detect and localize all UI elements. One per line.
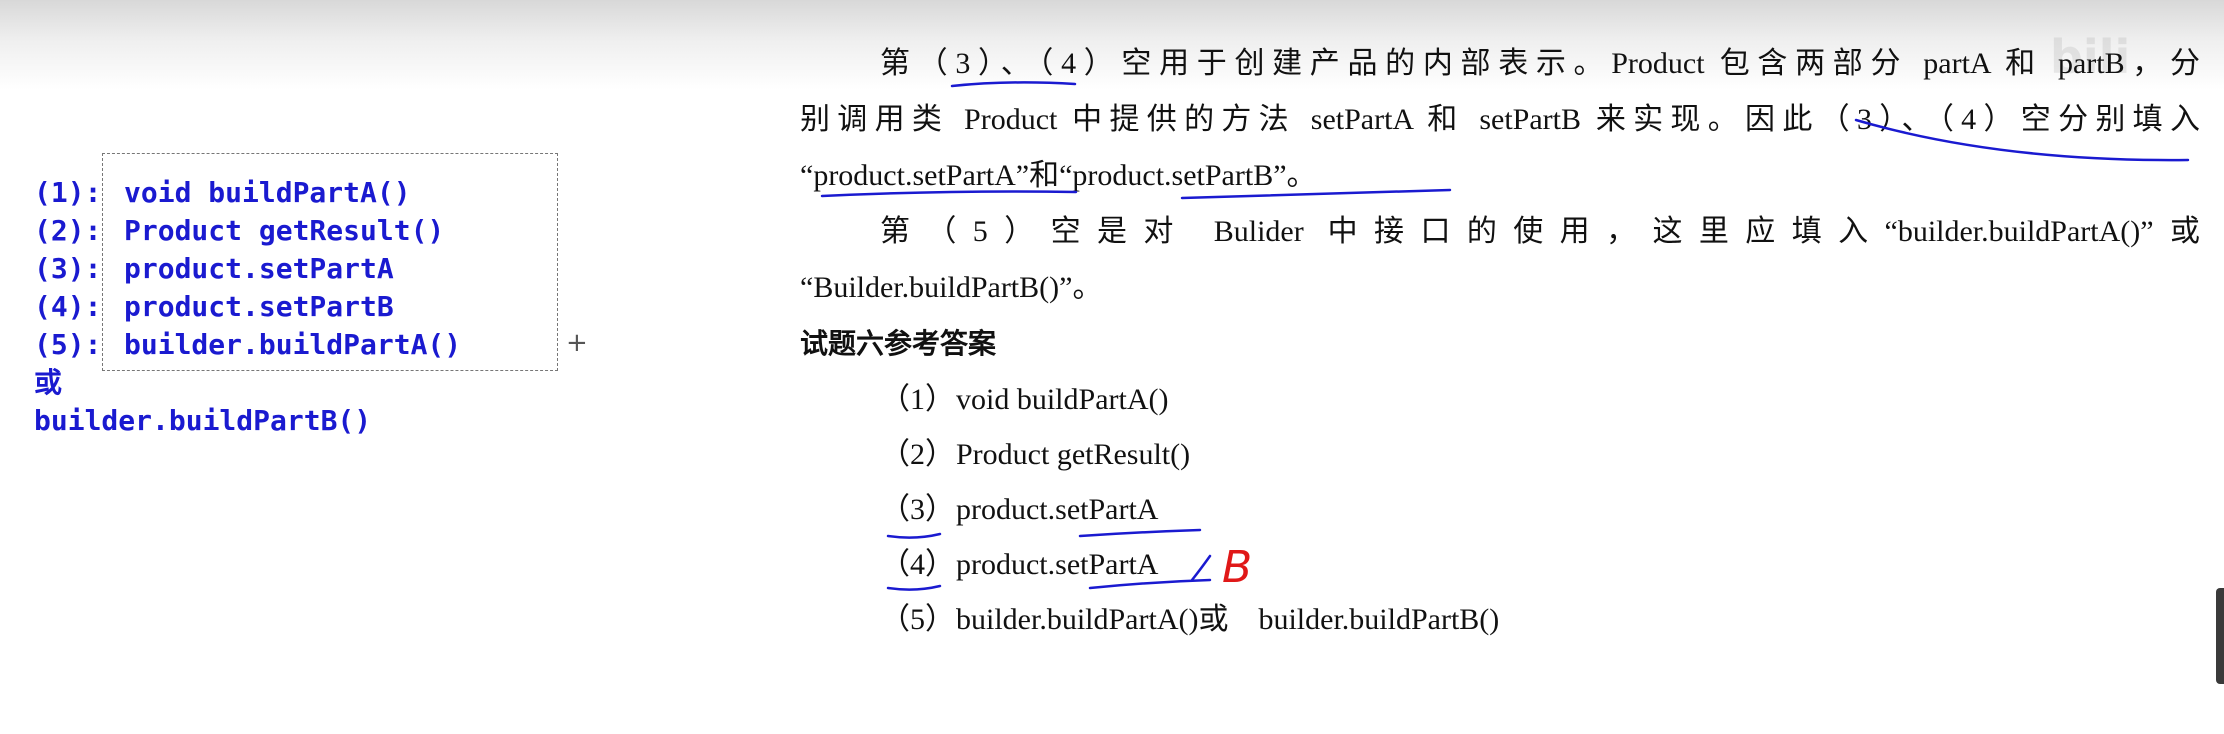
paragraph-1-line-2: 别调用类 Product 中提供的方法 setPartA 和 setPartB … bbox=[800, 103, 2200, 136]
code-panel: (1): void buildPartA() (2): Product getRes… bbox=[34, 174, 461, 440]
answer-item: （2） Product getResult() bbox=[880, 427, 2200, 482]
answer-number: （4） bbox=[880, 548, 955, 581]
code-line-text: void buildPartA() bbox=[124, 176, 411, 209]
answer-number: （5） bbox=[880, 603, 955, 636]
answer-text: product.setPartA bbox=[956, 548, 1159, 581]
answer-number: （2） bbox=[880, 438, 955, 471]
paragraph-1-line-1: 第（3）、（4）空用于创建产品的内部表示。Product 包含两部分 partA… bbox=[880, 47, 2200, 80]
answer-number: （1） bbox=[880, 383, 955, 416]
paragraph-2-line-1: 第（5）空是对 Bulider 中接口的使用，这里应填入“builder.bui… bbox=[880, 215, 2200, 248]
answer-item: （1） void buildPartA() bbox=[880, 372, 2200, 427]
code-line-number: (4): bbox=[34, 290, 102, 323]
code-line-number: (3): bbox=[34, 252, 102, 285]
handwritten-correction: B bbox=[1222, 542, 1253, 593]
code-line-text: builder.buildPartA() bbox=[124, 328, 462, 361]
paragraph-2-line-2: “Builder.buildPartB()”。 bbox=[800, 271, 1103, 304]
answer-text: void buildPartA() bbox=[956, 383, 1169, 416]
code-line: (3): product.setPartA bbox=[34, 250, 461, 288]
answer-number: （3） bbox=[880, 493, 955, 526]
code-line-number: (5): bbox=[34, 328, 102, 361]
code-line: (1): void buildPartA() bbox=[34, 174, 461, 212]
code-or-line: 或 bbox=[34, 364, 461, 402]
code-line-number: (1): bbox=[34, 176, 102, 209]
answer-heading: 试题六参考答案 bbox=[800, 327, 997, 360]
answer-item: （4） product.setPartA bbox=[880, 537, 2200, 592]
plus-cursor-icon: + bbox=[566, 328, 588, 358]
code-line: (2): Product getResult() bbox=[34, 212, 461, 250]
code-line-text: product.setPartA bbox=[124, 252, 394, 285]
answer-list: （1） void buildPartA() （2） Product getResul… bbox=[880, 372, 2200, 647]
code-line-text: product.setPartB bbox=[124, 290, 394, 323]
answer-text: Product getResult() bbox=[956, 438, 1191, 471]
code-line-number: (2): bbox=[34, 214, 102, 247]
code-line: (5): builder.buildPartA() bbox=[34, 326, 461, 364]
code-alt-line: builder.buildPartB() bbox=[34, 402, 461, 440]
answer-text: product.setPartA bbox=[956, 493, 1159, 526]
code-line-text: Product getResult() bbox=[124, 214, 445, 247]
code-line: (4): product.setPartB bbox=[34, 288, 461, 326]
answer-text: builder.buildPartA()或 builder.buildPartB… bbox=[956, 603, 1500, 636]
code-or-text: 或 bbox=[34, 366, 63, 399]
code-alt-text: builder.buildPartB() bbox=[34, 404, 372, 437]
paragraph-1-line-3: “product.setPartA”和“product.setPartB”。 bbox=[800, 159, 1317, 192]
answer-item: （5） builder.buildPartA()或 builder.buildPa… bbox=[880, 592, 2200, 647]
answer-item: （3） product.setPartA bbox=[880, 482, 2200, 537]
document-page: 第（3）、（4）空用于创建产品的内部表示。Product 包含两部分 partA… bbox=[800, 36, 2200, 647]
side-panel-handle[interactable] bbox=[2216, 588, 2224, 684]
